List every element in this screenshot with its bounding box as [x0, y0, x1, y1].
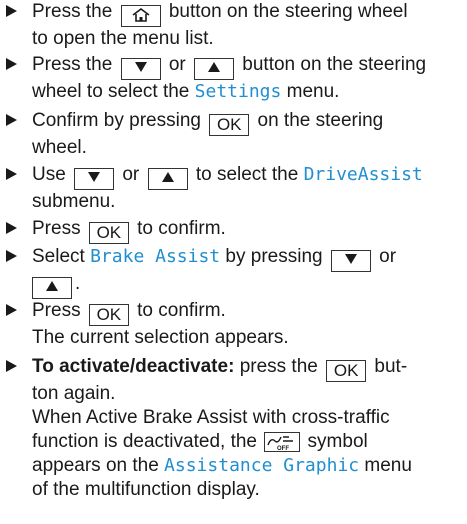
step-3: Confirm by pressing OK on the steering w… [0, 109, 462, 160]
step-text: Press [32, 300, 81, 321]
step-bullet-icon [6, 114, 17, 126]
step-8: To activate/deactivate: press the OK but… [0, 355, 462, 502]
instruction-page: Press the button on the steering wheel t… [0, 0, 467, 524]
step-8-line-4: function is deactivated, the OFF symbol [32, 430, 462, 454]
step-bullet-icon [6, 304, 17, 316]
step-text: or [379, 246, 397, 267]
step-text: press the [239, 356, 318, 377]
down-key [74, 168, 115, 190]
step-text: to select the [195, 164, 299, 185]
step-text: button on the steering [242, 54, 427, 75]
up-arrow-icon [161, 172, 174, 182]
step-text: symbol [307, 431, 368, 452]
step-text: function is deactivated, the [32, 431, 257, 452]
ok-key: OK [88, 222, 129, 244]
step-8-line-1: To activate/deactivate: press the OK but… [32, 355, 462, 382]
step-heading: To activate/deactivate: [32, 356, 235, 377]
home-icon [132, 8, 150, 22]
step-text: Press the [32, 1, 113, 22]
step-8-line-2: ton again. [32, 383, 116, 404]
brake-assist-off-symbol: OFF [264, 432, 301, 452]
step-text: Confirm by pressing [32, 110, 201, 131]
up-key [147, 168, 188, 190]
up-arrow-icon [208, 62, 221, 72]
step-7-line-1: Press OK to confirm. [32, 299, 462, 326]
down-arrow-icon [344, 254, 357, 264]
step-bullet-icon [6, 58, 17, 70]
step-text: by pressing [225, 246, 323, 267]
down-arrow-icon [134, 62, 147, 72]
svg-text:OFF: OFF [277, 446, 289, 451]
down-key [330, 250, 371, 272]
brake-assist-menu-label: Brake Assist [90, 246, 221, 267]
up-arrow-icon [46, 281, 58, 291]
step-bullet-icon [6, 5, 17, 17]
driveassist-menu-label: DriveAssist [303, 164, 423, 185]
step-7: Press OK to confirm. The current selecti… [0, 299, 462, 350]
step-text: appears on the [32, 455, 159, 476]
step-2: Press the or button on the steering whee… [0, 53, 462, 104]
assistance-graphic-menu-label: Assistance Graphic [164, 455, 360, 476]
step-2-line-1: Press the or button on the steering [32, 53, 462, 80]
down-arrow-icon [88, 172, 101, 182]
step-6: Select Brake Assist by pressing or . [0, 245, 462, 299]
ok-key: OK [88, 304, 129, 326]
step-bullet-icon [6, 168, 17, 180]
ok-key: OK [326, 360, 367, 382]
step-bullet-icon [6, 250, 17, 262]
home-key [120, 5, 161, 27]
step-3-line-2: wheel. [32, 137, 87, 158]
step-6-line-1: Select Brake Assist by pressing or [32, 245, 462, 272]
step-text: to confirm. [137, 300, 226, 321]
step-5: Press OK to confirm. [0, 217, 462, 244]
step-text: menu. [286, 81, 340, 102]
step-1-line-1: Press the button on the steering wheel [32, 0, 462, 27]
step-6-line-2: . [32, 272, 462, 299]
step-3-line-1: Confirm by pressing OK on the steering [32, 109, 462, 136]
step-8-line-5: appears on the Assistance Graphic menu [32, 454, 462, 478]
step-text: to confirm. [137, 218, 226, 239]
step-5-line-1: Press OK to confirm. [32, 217, 462, 244]
step-bullet-icon [6, 222, 17, 234]
step-text: but- [374, 356, 408, 377]
step-2-line-2: wheel to select the Settings menu. [32, 80, 462, 104]
step-1: Press the button on the steering wheel t… [0, 0, 462, 51]
settings-menu-label: Settings [194, 81, 282, 102]
ok-key: OK [209, 114, 250, 136]
step-7-line-2: The current selection appears. [32, 327, 289, 348]
up-key [32, 277, 72, 299]
step-8-line-6: of the multifunction display. [32, 479, 260, 500]
up-key [194, 58, 235, 80]
step-text: button on the steering wheel [168, 1, 408, 22]
step-bullet-icon [6, 360, 17, 372]
step-8-line-3: When Active Brake Assist with cross-traf… [32, 407, 390, 428]
brake-assist-off-icon: OFF [267, 436, 294, 452]
step-text: Use [32, 164, 66, 185]
step-text: Select [32, 246, 85, 267]
step-text: or [122, 164, 140, 185]
step-text: Press [32, 218, 81, 239]
step-4: Use or to select the DriveAssist submenu… [0, 163, 462, 214]
step-text: . [75, 273, 81, 294]
step-4-line-1: Use or to select the DriveAssist [32, 163, 462, 190]
step-text: wheel to select the [32, 81, 190, 102]
step-4-line-2: submenu. [32, 191, 116, 212]
step-text: on the steering [257, 110, 384, 131]
down-key [120, 58, 161, 80]
step-1-line-2: to open the menu list. [32, 28, 214, 49]
step-text: Press the [32, 54, 113, 75]
step-text: or [168, 54, 186, 75]
step-text: menu [364, 455, 412, 476]
